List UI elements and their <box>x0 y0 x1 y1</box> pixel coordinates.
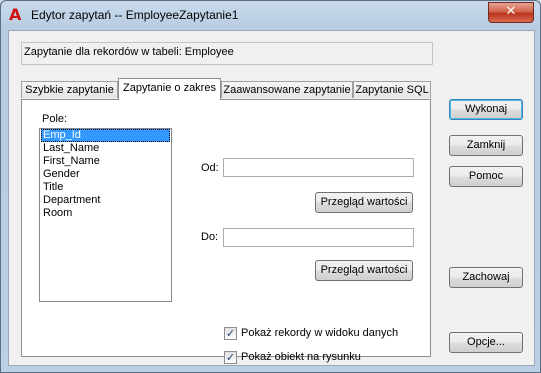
dialog-client-area: Zapytanie dla rekordów w tabeli: Employe… <box>8 30 535 366</box>
field-list-item[interactable]: Department <box>41 194 170 207</box>
field-list-item[interactable]: Title <box>41 181 170 194</box>
tab-sql-query[interactable]: Zapytanie SQL <box>353 81 431 98</box>
show-records-checkbox[interactable]: ✓ <box>224 327 237 340</box>
autocad-app-icon: A <box>9 5 22 24</box>
field-list-label: Pole: <box>42 113 68 125</box>
close-icon: ✕ <box>505 4 517 19</box>
field-listbox[interactable]: Emp_Id Last_Name First_Name Gender Title… <box>39 128 172 302</box>
show-object-label: Pokaż obiekt na rysunku <box>241 351 361 363</box>
show-records-label: Pokaż rekordy w widoku danych <box>241 327 399 339</box>
field-list-item[interactable]: Emp_Id <box>41 129 170 142</box>
execute-button[interactable]: Wykonaj <box>449 99 523 120</box>
browse-from-values-button[interactable]: Przegląd wartości <box>315 192 413 213</box>
options-button[interactable]: Opcje... <box>449 332 523 353</box>
to-label: Do: <box>201 231 219 243</box>
help-button[interactable]: Pomoc <box>449 166 523 187</box>
field-list-item[interactable]: Room <box>41 207 170 220</box>
query-editor-window: A Edytor zapytań -- EmployeeZapytanie1 ✕… <box>0 0 541 373</box>
close-dialog-button[interactable]: Zamknij <box>449 135 523 156</box>
to-value-input[interactable] <box>223 228 414 247</box>
browse-to-values-button[interactable]: Przegląd wartości <box>315 260 413 281</box>
title-bar: A Edytor zapytań -- EmployeeZapytanie1 ✕ <box>1 1 540 29</box>
tab-quick-query[interactable]: Szybkie zapytanie <box>21 81 118 98</box>
from-label: Od: <box>201 162 219 174</box>
save-button[interactable]: Zachowaj <box>449 267 523 288</box>
from-value-input[interactable] <box>223 158 414 177</box>
tab-range-query[interactable]: Zapytanie o zakres <box>118 78 221 100</box>
query-tabs: Szybkie zapytanie Zapytanie o zakres Zaa… <box>21 78 441 100</box>
range-query-panel: Pole: Emp_Id Last_Name First_Name Gender… <box>21 99 431 364</box>
window-title: Edytor zapytań -- EmployeeZapytanie1 <box>31 8 239 22</box>
field-list-item[interactable]: First_Name <box>41 155 170 168</box>
show-object-checkbox[interactable]: ✓ <box>224 351 237 364</box>
table-info-label: Zapytanie dla rekordów w tabeli: Employe… <box>24 46 234 58</box>
window-close-button[interactable]: ✕ <box>488 2 534 23</box>
table-info-box: Zapytanie dla rekordów w tabeli: Employe… <box>21 42 433 65</box>
tab-advanced-query[interactable]: Zaawansowane zapytanie <box>221 81 353 98</box>
field-list-item[interactable]: Last_Name <box>41 142 170 155</box>
field-list-item[interactable]: Gender <box>41 168 170 181</box>
